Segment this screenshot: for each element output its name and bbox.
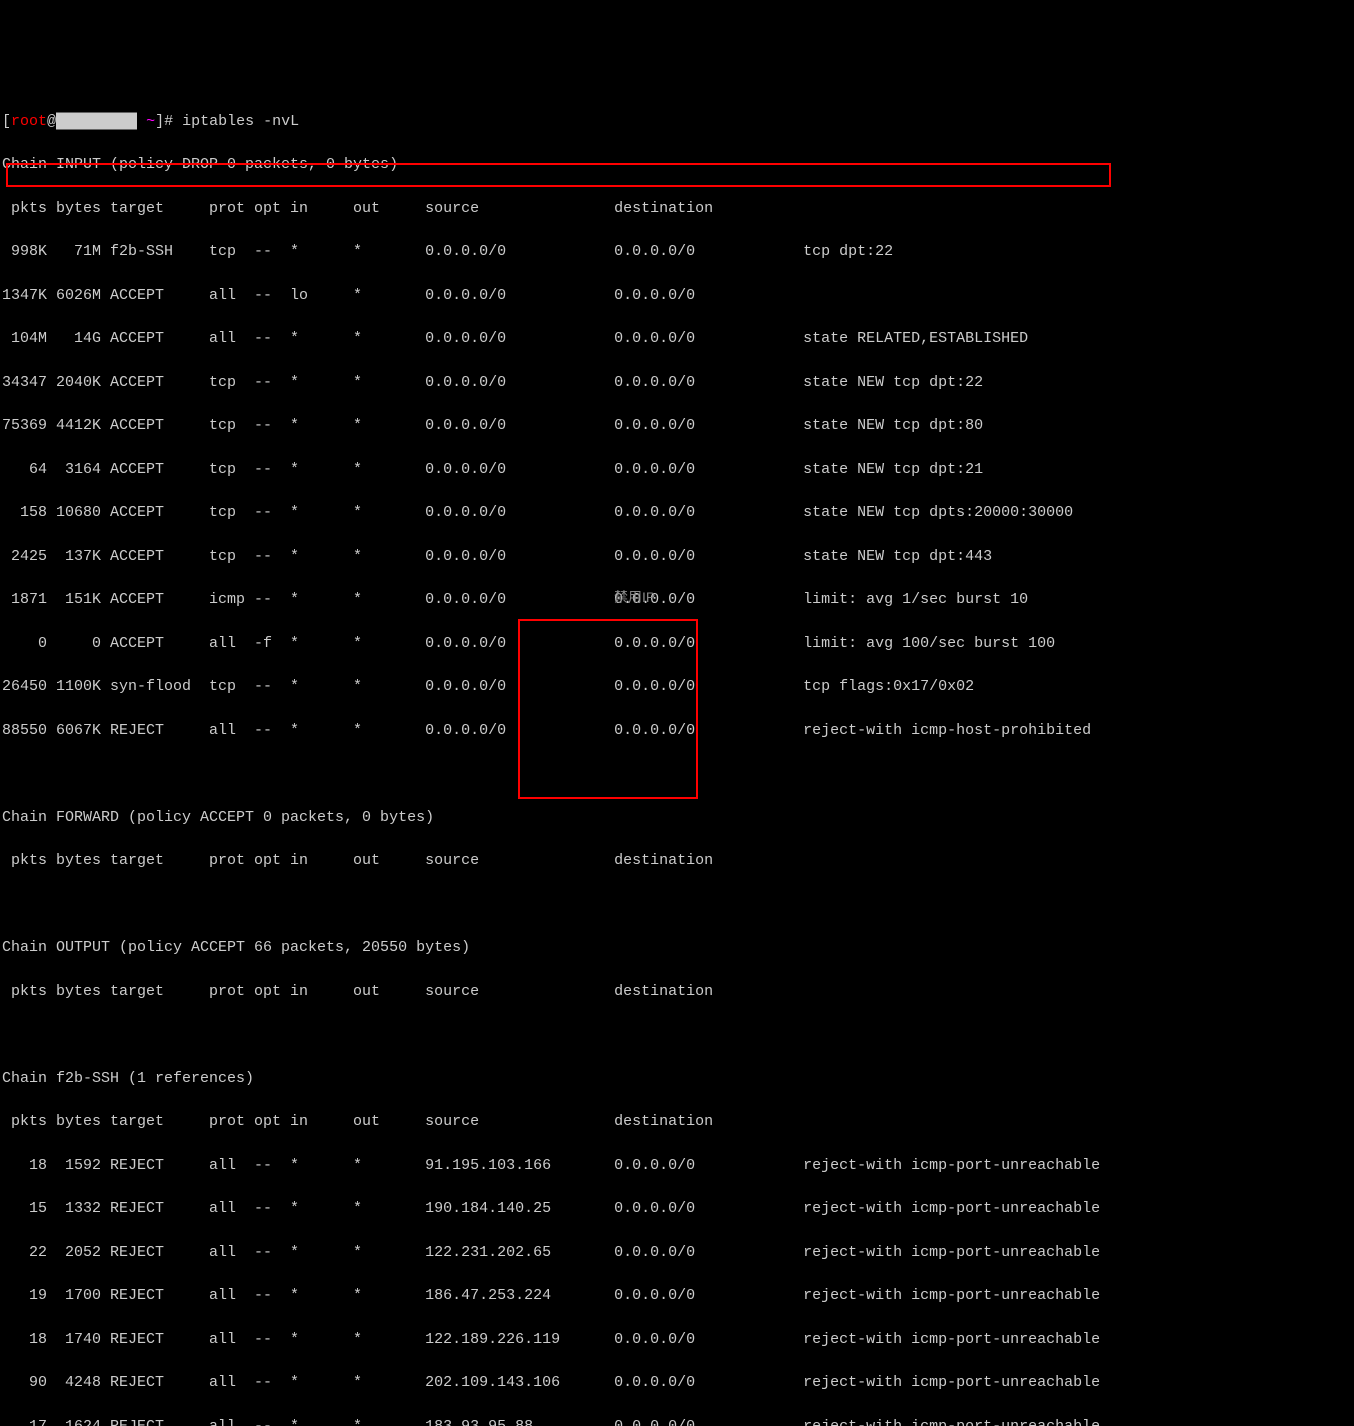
chain-output-header: Chain OUTPUT (policy ACCEPT 66 packets, … — [2, 937, 1352, 959]
prompt-line: [root@█████████ ~]# iptables -nvL — [2, 111, 1352, 133]
annotation-label: 禁用IP — [614, 587, 655, 607]
f2b-row: 15 1332 REJECT all -- * * 190.184.140.25… — [2, 1198, 1352, 1220]
prompt-at: @ — [47, 113, 56, 130]
input-row: 2425 137K ACCEPT tcp -- * * 0.0.0.0/0 0.… — [2, 546, 1352, 568]
input-row: 158 10680 ACCEPT tcp -- * * 0.0.0.0/0 0.… — [2, 502, 1352, 524]
input-row: 1347K 6026M ACCEPT all -- lo * 0.0.0.0/0… — [2, 285, 1352, 307]
chain-forward-columns: pkts bytes target prot opt in out source… — [2, 850, 1352, 872]
input-row: 26450 1100K syn-flood tcp -- * * 0.0.0.0… — [2, 676, 1352, 698]
blank-line — [2, 894, 1352, 916]
f2b-row: 90 4248 REJECT all -- * * 202.109.143.10… — [2, 1372, 1352, 1394]
input-row: 104M 14G ACCEPT all -- * * 0.0.0.0/0 0.0… — [2, 328, 1352, 350]
input-row: 0 0 ACCEPT all -f * * 0.0.0.0/0 0.0.0.0/… — [2, 633, 1352, 655]
input-row: 75369 4412K ACCEPT tcp -- * * 0.0.0.0/0 … — [2, 415, 1352, 437]
f2b-row: 19 1700 REJECT all -- * * 186.47.253.224… — [2, 1285, 1352, 1307]
input-row: 34347 2040K ACCEPT tcp -- * * 0.0.0.0/0 … — [2, 372, 1352, 394]
command-text: iptables -nvL — [182, 113, 299, 130]
input-row: 1871 151K ACCEPT icmp -- * * 0.0.0.0/0 0… — [2, 589, 1352, 611]
blank-line — [2, 763, 1352, 785]
input-row: 998K 71M f2b-SSH tcp -- * * 0.0.0.0/0 0.… — [2, 241, 1352, 263]
f2b-row: 18 1592 REJECT all -- * * 91.195.103.166… — [2, 1155, 1352, 1177]
prompt-tilde: ~ — [146, 113, 155, 130]
chain-input-columns: pkts bytes target prot opt in out source… — [2, 198, 1352, 220]
chain-forward-header: Chain FORWARD (policy ACCEPT 0 packets, … — [2, 807, 1352, 829]
f2b-row: 18 1740 REJECT all -- * * 122.189.226.11… — [2, 1329, 1352, 1351]
f2b-row: 22 2052 REJECT all -- * * 122.231.202.65… — [2, 1242, 1352, 1264]
chain-f2b-header: Chain f2b-SSH (1 references) — [2, 1068, 1352, 1090]
f2b-row: 17 1624 REJECT all -- * * 183.93.95.88 0… — [2, 1416, 1352, 1426]
prompt-host: █████████ — [56, 113, 146, 130]
prompt-end: ]# — [155, 113, 182, 130]
input-row: 88550 6067K REJECT all -- * * 0.0.0.0/0 … — [2, 720, 1352, 742]
chain-input-header: Chain INPUT (policy DROP 0 packets, 0 by… — [2, 154, 1352, 176]
terminal-output: [root@█████████ ~]# iptables -nvL Chain … — [2, 89, 1352, 1426]
chain-output-columns: pkts bytes target prot opt in out source… — [2, 981, 1352, 1003]
chain-f2b-columns: pkts bytes target prot opt in out source… — [2, 1111, 1352, 1133]
input-row: 64 3164 ACCEPT tcp -- * * 0.0.0.0/0 0.0.… — [2, 459, 1352, 481]
prompt-user: root — [11, 113, 47, 130]
blank-line — [2, 1024, 1352, 1046]
